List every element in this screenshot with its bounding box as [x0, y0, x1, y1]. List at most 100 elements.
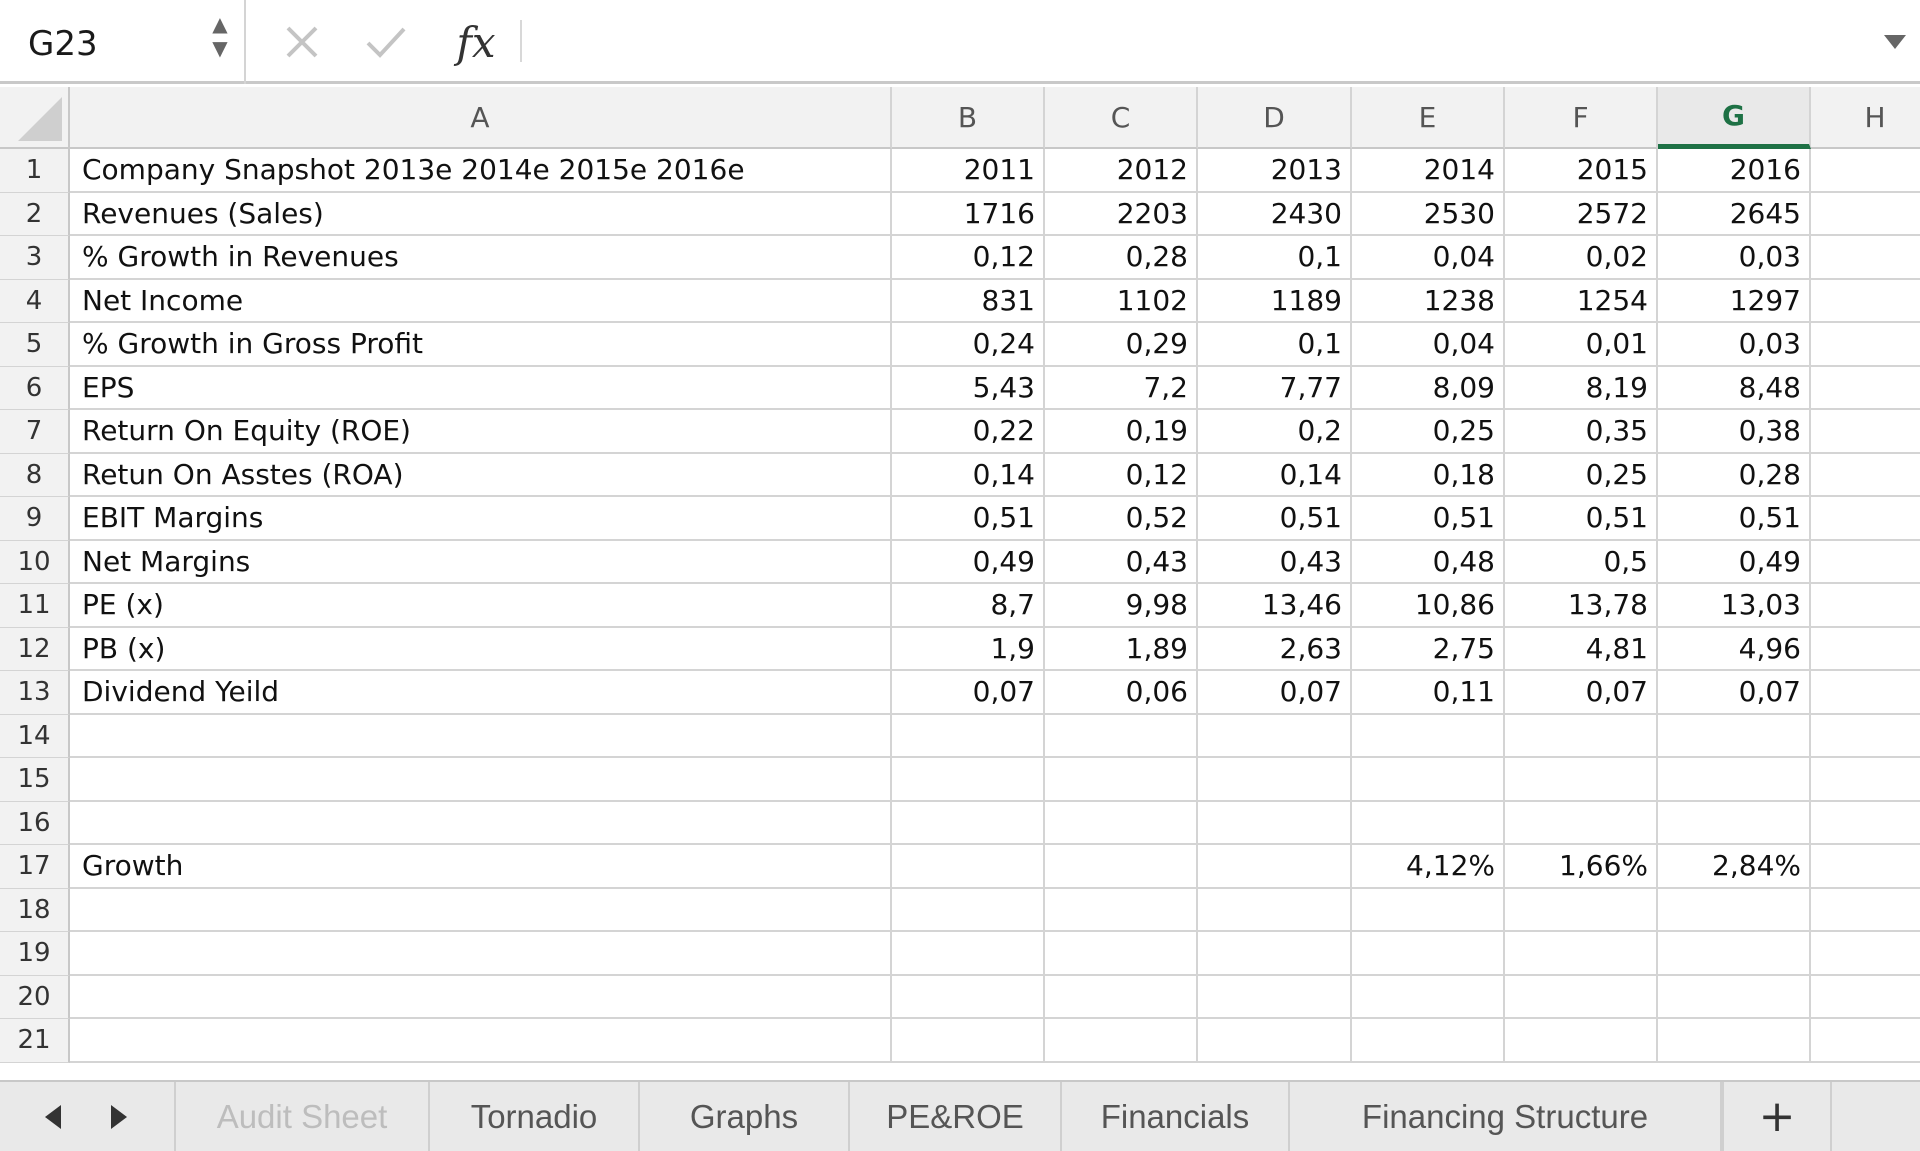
cell-a13[interactable]: Dividend Yeild: [70, 671, 892, 715]
cell-d2[interactable]: 2430: [1198, 192, 1352, 236]
cell-a20[interactable]: [70, 975, 892, 1019]
cell-c10[interactable]: 0,43: [1045, 540, 1198, 584]
cell-f20[interactable]: [1505, 975, 1658, 1019]
cell-b8[interactable]: 0,14: [892, 453, 1045, 497]
cell-f3[interactable]: 0,02: [1505, 236, 1658, 280]
cell-c3[interactable]: 0,28: [1045, 236, 1198, 280]
cell-e12[interactable]: 2,75: [1352, 627, 1505, 671]
insert-function-icon[interactable]: fx: [450, 16, 502, 68]
cell-a9[interactable]: EBIT Margins: [70, 497, 892, 541]
cell-d18[interactable]: [1198, 888, 1352, 932]
row-header-1[interactable]: 1: [0, 149, 70, 193]
cell-d21[interactable]: [1198, 1019, 1352, 1063]
cell-h11[interactable]: [1811, 584, 1920, 628]
cell-f17[interactable]: 1,66%: [1505, 845, 1658, 889]
cell-e7[interactable]: 0,25: [1352, 410, 1505, 454]
column-header-a[interactable]: A: [70, 87, 892, 149]
cell-e4[interactable]: 1238: [1352, 279, 1505, 323]
sheet-tab-graphs[interactable]: Graphs: [640, 1082, 850, 1151]
cell-b11[interactable]: 8,7: [892, 584, 1045, 628]
name-box-stepper-icon[interactable]: ▲ ▼: [208, 12, 232, 72]
cell-c4[interactable]: 1102: [1045, 279, 1198, 323]
cell-d14[interactable]: [1198, 714, 1352, 758]
cell-e13[interactable]: 0,11: [1352, 671, 1505, 715]
cell-d10[interactable]: 0,43: [1198, 540, 1352, 584]
cell-b2[interactable]: 1716: [892, 192, 1045, 236]
row-header-17[interactable]: 17: [0, 845, 70, 889]
cell-b4[interactable]: 831: [892, 279, 1045, 323]
row-header-14[interactable]: 14: [0, 714, 70, 758]
sheet-tab-audit-sheet[interactable]: Audit Sheet: [176, 1082, 430, 1151]
cell-e1[interactable]: 2014: [1352, 149, 1505, 193]
cell-f12[interactable]: 4,81: [1505, 627, 1658, 671]
cell-g3[interactable]: 0,03: [1658, 236, 1811, 280]
cell-c6[interactable]: 7,2: [1045, 366, 1198, 410]
cell-c12[interactable]: 1,89: [1045, 627, 1198, 671]
cell-e5[interactable]: 0,04: [1352, 323, 1505, 367]
cell-c5[interactable]: 0,29: [1045, 323, 1198, 367]
sheet-tab-pe-roe[interactable]: PE&ROE: [850, 1082, 1062, 1151]
cell-c1[interactable]: 2012: [1045, 149, 1198, 193]
cell-h13[interactable]: [1811, 671, 1920, 715]
cell-g9[interactable]: 0,51: [1658, 497, 1811, 541]
row-header-2[interactable]: 2: [0, 192, 70, 236]
cell-h9[interactable]: [1811, 497, 1920, 541]
row-header-10[interactable]: 10: [0, 540, 70, 584]
cell-c17[interactable]: [1045, 845, 1198, 889]
cell-a16[interactable]: [70, 801, 892, 845]
cell-b20[interactable]: [892, 975, 1045, 1019]
cancel-icon[interactable]: [276, 16, 328, 68]
cell-g20[interactable]: [1658, 975, 1811, 1019]
row-header-19[interactable]: 19: [0, 932, 70, 976]
cell-d6[interactable]: 7,77: [1198, 366, 1352, 410]
cell-a21[interactable]: [70, 1019, 892, 1063]
cell-g6[interactable]: 8,48: [1658, 366, 1811, 410]
cell-a12[interactable]: PB (x): [70, 627, 892, 671]
column-header-h[interactable]: H: [1811, 87, 1920, 149]
cell-f11[interactable]: 13,78: [1505, 584, 1658, 628]
cell-e9[interactable]: 0,51: [1352, 497, 1505, 541]
cell-g13[interactable]: 0,07: [1658, 671, 1811, 715]
cell-b7[interactable]: 0,22: [892, 410, 1045, 454]
cell-g4[interactable]: 1297: [1658, 279, 1811, 323]
cell-g19[interactable]: [1658, 932, 1811, 976]
row-header-7[interactable]: 7: [0, 410, 70, 454]
cell-f2[interactable]: 2572: [1505, 192, 1658, 236]
cell-a6[interactable]: EPS: [70, 366, 892, 410]
cell-e16[interactable]: [1352, 801, 1505, 845]
cell-a15[interactable]: [70, 758, 892, 802]
cell-f9[interactable]: 0,51: [1505, 497, 1658, 541]
cell-a8[interactable]: Retun On Asstes (ROA): [70, 453, 892, 497]
cell-e20[interactable]: [1352, 975, 1505, 1019]
cell-h17[interactable]: [1811, 845, 1920, 889]
row-header-21[interactable]: 21: [0, 1019, 70, 1063]
cell-f13[interactable]: 0,07: [1505, 671, 1658, 715]
cell-d1[interactable]: 2013: [1198, 149, 1352, 193]
row-header-6[interactable]: 6: [0, 366, 70, 410]
column-header-d[interactable]: D: [1198, 87, 1352, 149]
cell-h5[interactable]: [1811, 323, 1920, 367]
cell-h16[interactable]: [1811, 802, 1920, 845]
column-header-g[interactable]: G: [1658, 87, 1811, 149]
column-header-b[interactable]: B: [892, 87, 1045, 149]
cell-h14[interactable]: [1811, 715, 1920, 758]
cell-a11[interactable]: PE (x): [70, 584, 892, 628]
name-box-value[interactable]: G23: [28, 24, 98, 64]
cell-a3[interactable]: % Growth in Revenues: [70, 236, 892, 280]
cell-h1[interactable]: [1811, 149, 1920, 193]
cell-d13[interactable]: 0,07: [1198, 671, 1352, 715]
cell-f10[interactable]: 0,5: [1505, 540, 1658, 584]
spreadsheet-grid[interactable]: A B C D E F G H 1 Company Snapshot 2013e 2014e 20…: [0, 87, 1920, 1080]
cell-e8[interactable]: 0,18: [1352, 453, 1505, 497]
cell-b15[interactable]: [892, 758, 1045, 802]
cell-h6[interactable]: [1811, 367, 1920, 410]
cell-g21[interactable]: [1658, 1019, 1811, 1063]
cell-g14[interactable]: [1658, 714, 1811, 758]
cell-b1[interactable]: 2011: [892, 149, 1045, 193]
cell-b5[interactable]: 0,24: [892, 323, 1045, 367]
row-header-3[interactable]: 3: [0, 236, 70, 280]
row-header-4[interactable]: 4: [0, 279, 70, 323]
cell-f4[interactable]: 1254: [1505, 279, 1658, 323]
cell-f16[interactable]: [1505, 801, 1658, 845]
cell-c8[interactable]: 0,12: [1045, 453, 1198, 497]
